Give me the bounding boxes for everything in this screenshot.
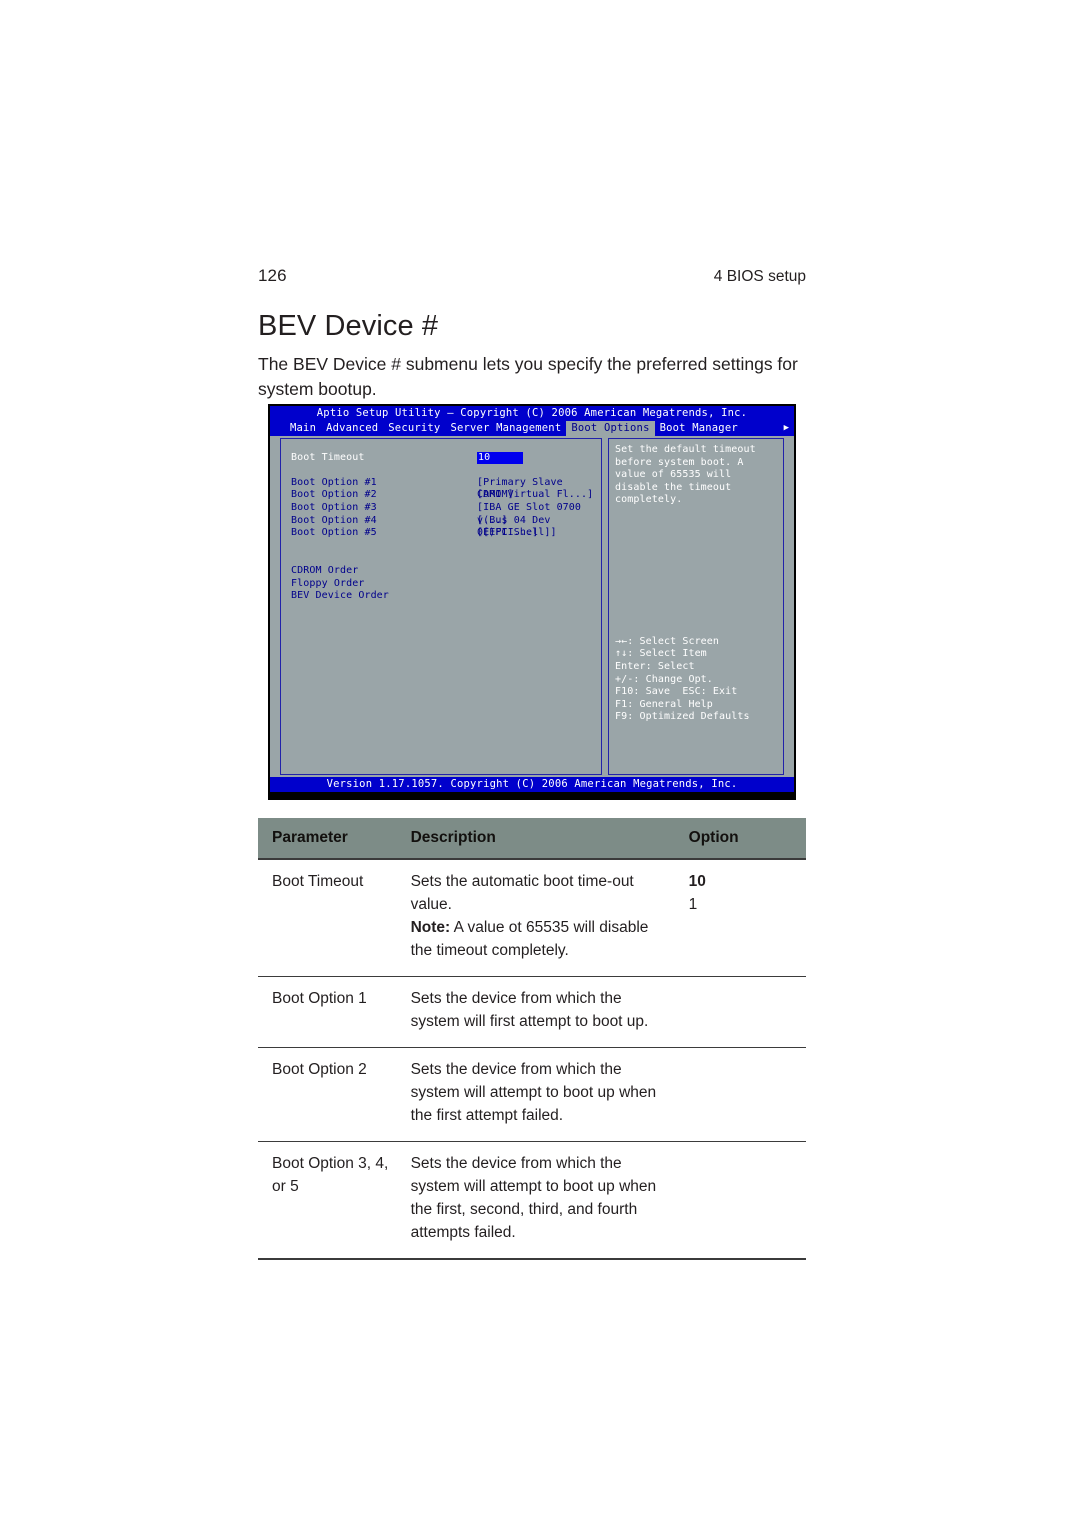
row-gap [281, 540, 601, 553]
setting-row-boot-option-1[interactable]: Boot Option #1 [Primary Slave CDROM] [281, 476, 601, 501]
bios-help-panel: Set the default timeout before system bo… [608, 438, 784, 775]
row-gap [281, 464, 601, 477]
cell-description: Sets the device from which the system wi… [394, 976, 673, 1048]
page-title: BEV Device # [258, 310, 439, 342]
bios-settings-panel: Boot Timeout 10 Boot Option #1 [Primary … [280, 438, 602, 775]
cell-parameter: Boot Option 1 [258, 976, 395, 1048]
submenu-row-bev-device-order[interactable]: BEV Device Order [281, 590, 601, 603]
menu-item-main[interactable]: Main [285, 421, 321, 436]
setting-row-boot-option-3[interactable]: Boot Option #3 [IBA GE Slot 0700 v...] [281, 501, 601, 526]
menu-item-boot-manager[interactable]: Boot Manager [655, 421, 743, 436]
setting-value-boot-option-5[interactable]: [[EFI Shell]] [477, 527, 557, 540]
bios-body: Boot Timeout 10 Boot Option #1 [Primary … [270, 438, 794, 775]
cell-option [672, 1047, 806, 1142]
setting-row-boot-option-5[interactable]: Boot Option #5 [[EFI Shell]] [281, 527, 601, 540]
bios-screenshot: Aptio Setup Utility – Copyright (C) 2006… [268, 404, 796, 800]
row-gap [281, 552, 601, 565]
table-body: Boot Timeout Sets the automatic boot tim… [258, 859, 806, 1260]
submenu-label-bev-device-order: BEV Device Order [291, 590, 389, 602]
setting-row-boot-option-4[interactable]: Boot Option #4 [(Bus 04 Dev 0E)PCI...] [281, 514, 601, 539]
bios-title-bar: Aptio Setup Utility – Copyright (C) 2006… [270, 406, 794, 421]
cell-parameter: Boot Option 2 [258, 1047, 395, 1142]
submenu-row-cdrom-order[interactable]: CDROM Order [281, 565, 601, 578]
note-label: Note: [410, 919, 451, 936]
setting-value-boot-option-2[interactable]: [AMI Virtual Fl...] [477, 489, 593, 502]
key-legend-optimized-defaults: F9: Optimized Defaults [615, 711, 750, 723]
menu-item-boot-options[interactable]: Boot Options [566, 421, 655, 436]
running-head: 126 4 BIOS setup [258, 266, 806, 286]
column-header-parameter: Parameter [258, 818, 395, 860]
bios-screen: Aptio Setup Utility – Copyright (C) 2006… [270, 406, 794, 792]
table-row: Boot Option 2 Sets the device from which… [258, 1047, 806, 1142]
intro-paragraph: The BEV Device # submenu lets you specif… [258, 354, 798, 399]
menu-item-server-management[interactable]: Server Management [445, 421, 566, 436]
menu-item-advanced[interactable]: Advanced [321, 421, 383, 436]
setting-label-boot-option-2: Boot Option #2 [291, 489, 377, 501]
cell-option [672, 1141, 806, 1260]
document-page: 126 4 BIOS setup BEV Device # The BEV De… [0, 0, 1080, 1528]
cell-option: 10 1 [672, 859, 806, 977]
setting-label-boot-timeout: Boot Timeout [291, 451, 365, 463]
option-alt-value: 1 [688, 896, 698, 913]
help-text: Set the default timeout before system bo… [615, 444, 756, 506]
table-header-row: Parameter Description Option [258, 818, 806, 860]
setting-label-boot-option-5: Boot Option #5 [291, 527, 377, 539]
key-legend-save-exit: F10: Save ESC: Exit [615, 686, 738, 698]
key-legend: →←: Select Screen ↑↓: Select Item Enter:… [609, 636, 756, 724]
setting-row-boot-option-2[interactable]: Boot Option #2 [AMI Virtual Fl...] [281, 489, 601, 502]
chapter-label: 4 BIOS setup [713, 268, 806, 285]
cell-description: Sets the device from which the system wi… [394, 1141, 673, 1260]
bios-menu-bar: Main Advanced Security Server Management… [270, 421, 794, 436]
setting-label-boot-option-4: Boot Option #4 [291, 514, 377, 526]
key-legend-select-screen: →←: Select Screen [615, 635, 720, 647]
setting-row-boot-timeout[interactable]: Boot Timeout 10 [281, 451, 601, 465]
setting-value-boot-timeout[interactable]: 10 [477, 451, 523, 465]
cell-description: Sets the device from which the system wi… [394, 1047, 673, 1142]
cell-parameter: Boot Option 3, 4, or 5 [258, 1141, 395, 1260]
column-header-option: Option [672, 818, 806, 860]
panel-top-spacer [281, 439, 601, 452]
table-row: Boot Option 3, 4, or 5 Sets the device f… [258, 1141, 806, 1260]
key-legend-select-item: ↑↓: Select Item [615, 648, 707, 660]
key-legend-change-opt: +/-: Change Opt. [615, 673, 713, 685]
submenu-label-cdrom-order: CDROM Order [291, 564, 359, 576]
setting-label-boot-option-1: Boot Option #1 [291, 476, 377, 488]
key-legend-enter-select: Enter: Select [615, 661, 695, 673]
chevron-right-icon[interactable]: ▶ [784, 421, 794, 436]
submenu-row-floppy-order[interactable]: Floppy Order [281, 578, 601, 591]
setting-label-boot-option-3: Boot Option #3 [291, 501, 377, 513]
description-line: Sets the automatic boot time-out value. [410, 873, 634, 913]
option-default-value: 10 [688, 873, 706, 890]
table-header: Parameter Description Option [258, 818, 806, 860]
bios-version-footer: Version 1.17.1057. Copyright (C) 2006 Am… [270, 777, 794, 792]
cell-option [672, 976, 806, 1048]
menu-item-security[interactable]: Security [383, 421, 445, 436]
column-header-description: Description [394, 818, 673, 860]
cell-description: Sets the automatic boot time-out value. … [394, 859, 673, 977]
table-row: Boot Timeout Sets the automatic boot tim… [258, 859, 806, 977]
table-row: Boot Option 1 Sets the device from which… [258, 976, 806, 1048]
submenu-label-floppy-order: Floppy Order [291, 577, 365, 589]
page-number: 126 [258, 266, 287, 285]
key-legend-general-help: F1: General Help [615, 698, 713, 710]
parameter-table: Parameter Description Option Boot Timeou… [258, 818, 806, 1260]
cell-parameter: Boot Timeout [258, 859, 395, 977]
